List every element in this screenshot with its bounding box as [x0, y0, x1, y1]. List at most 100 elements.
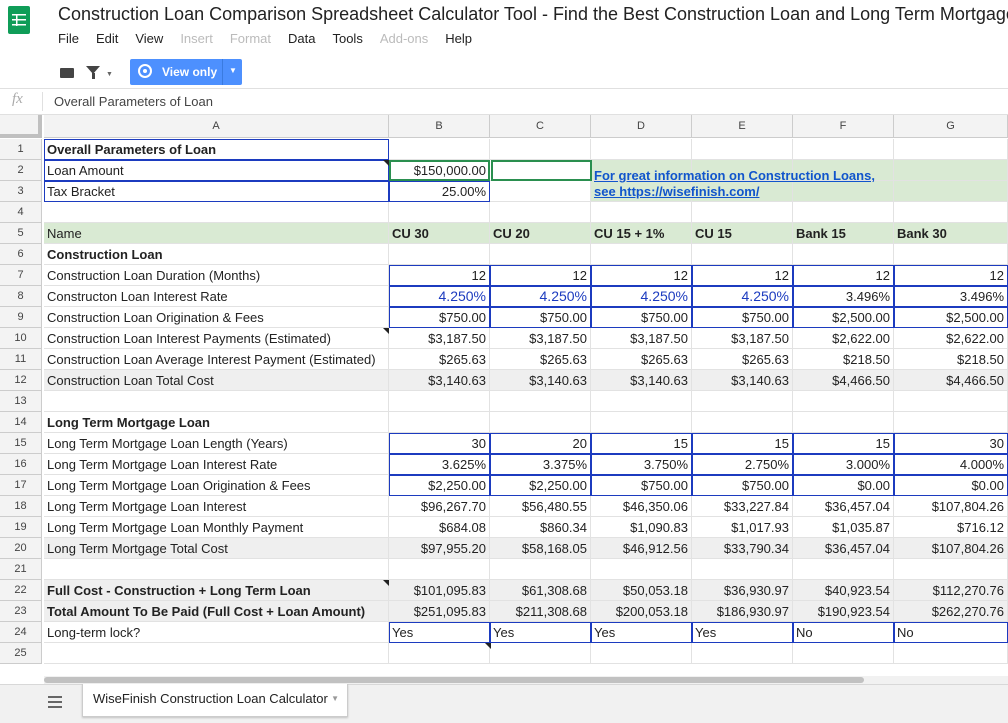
- cell-f[interactable]: Bank 15: [793, 223, 894, 244]
- row-header[interactable]: 1: [0, 139, 42, 160]
- cell-f[interactable]: [793, 559, 894, 580]
- cell-c[interactable]: [490, 202, 591, 223]
- cell-c[interactable]: [490, 559, 591, 580]
- formula-input[interactable]: Overall Parameters of Loan: [54, 94, 213, 109]
- menu-view[interactable]: View: [135, 31, 163, 46]
- cell-c[interactable]: $2,250.00: [490, 475, 591, 496]
- cell-a[interactable]: Total Amount To Be Paid (Full Cost + Loa…: [44, 601, 389, 622]
- row-header[interactable]: 14: [0, 412, 42, 433]
- cell-e[interactable]: [692, 244, 793, 265]
- cell-f[interactable]: $218.50: [793, 349, 894, 370]
- cell-e[interactable]: $33,790.34: [692, 538, 793, 559]
- row-header[interactable]: 25: [0, 643, 42, 664]
- column-header-b[interactable]: B: [389, 115, 490, 138]
- cell-b[interactable]: [389, 202, 490, 223]
- cell-g[interactable]: $107,804.26: [894, 538, 1008, 559]
- cell-f[interactable]: 12: [793, 265, 894, 286]
- cell-a[interactable]: [44, 202, 389, 223]
- cell-b[interactable]: [389, 643, 490, 664]
- cell-c[interactable]: 4.250%: [490, 286, 591, 307]
- cell-b[interactable]: [389, 559, 490, 580]
- menu-tools[interactable]: Tools: [332, 31, 362, 46]
- sheets-logo-icon[interactable]: [8, 6, 30, 34]
- cell-c[interactable]: CU 20: [490, 223, 591, 244]
- cell-f[interactable]: [793, 202, 894, 223]
- cell-d[interactable]: [591, 559, 692, 580]
- cell-b[interactable]: $101,095.83: [389, 580, 490, 601]
- cell-c[interactable]: $58,168.05: [490, 538, 591, 559]
- row-header[interactable]: 5: [0, 223, 42, 244]
- cell-a[interactable]: Long Term Mortgage Loan Interest Rate: [44, 454, 389, 475]
- cell-f[interactable]: [793, 412, 894, 433]
- cell-d[interactable]: $46,912.56: [591, 538, 692, 559]
- row-header[interactable]: 19: [0, 517, 42, 538]
- cell-d[interactable]: [591, 244, 692, 265]
- cell-d[interactable]: $750.00: [591, 475, 692, 496]
- cell-e[interactable]: $750.00: [692, 475, 793, 496]
- filter-dropdown-icon[interactable]: ▼: [106, 71, 113, 78]
- cell-b[interactable]: $251,095.83: [389, 601, 490, 622]
- cell-a[interactable]: Full Cost - Construction + Long Term Loa…: [44, 580, 389, 601]
- cell-e[interactable]: [692, 139, 793, 160]
- cell-g[interactable]: [894, 391, 1008, 412]
- chevron-down-icon[interactable]: ▼: [331, 694, 339, 703]
- cell-d[interactable]: $265.63: [591, 349, 692, 370]
- cell-c[interactable]: 3.375%: [490, 454, 591, 475]
- cell-g[interactable]: [894, 139, 1008, 160]
- cell-g[interactable]: No: [894, 622, 1008, 643]
- cell-b[interactable]: [389, 139, 490, 160]
- cell-a[interactable]: Constructon Loan Interest Rate: [44, 286, 389, 307]
- menu-edit[interactable]: Edit: [96, 31, 118, 46]
- cell-e[interactable]: $36,930.97: [692, 580, 793, 601]
- cell-f[interactable]: [793, 244, 894, 265]
- cell-b[interactable]: $3,187.50: [389, 328, 490, 349]
- cell-b[interactable]: 4.250%: [389, 286, 490, 307]
- cell-b[interactable]: 30: [389, 433, 490, 454]
- cell-b[interactable]: Yes: [389, 622, 490, 643]
- cell-c[interactable]: $3,140.63: [490, 370, 591, 391]
- cell-d[interactable]: 12: [591, 265, 692, 286]
- cell-a[interactable]: [44, 559, 389, 580]
- cell-g[interactable]: 12: [894, 265, 1008, 286]
- cell-b[interactable]: $750.00: [389, 307, 490, 328]
- cell-f[interactable]: [793, 391, 894, 412]
- cell-d[interactable]: [591, 643, 692, 664]
- cell-g[interactable]: 30: [894, 433, 1008, 454]
- cell-e[interactable]: $265.63: [692, 349, 793, 370]
- cell-f[interactable]: $4,466.50: [793, 370, 894, 391]
- cell-a[interactable]: Loan Amount: [44, 160, 389, 181]
- cell-e[interactable]: $33,227.84: [692, 496, 793, 517]
- cell-c[interactable]: 12: [490, 265, 591, 286]
- cell-g[interactable]: $716.12: [894, 517, 1008, 538]
- horizontal-scrollbar[interactable]: [44, 677, 864, 683]
- cell-f[interactable]: 3.000%: [793, 454, 894, 475]
- cell-a[interactable]: [44, 391, 389, 412]
- row-header[interactable]: 18: [0, 496, 42, 517]
- row-header[interactable]: 21: [0, 559, 42, 580]
- cell-a[interactable]: Name: [44, 223, 389, 244]
- row-header[interactable]: 12: [0, 370, 42, 391]
- cell-g[interactable]: [894, 244, 1008, 265]
- cell-e[interactable]: $750.00: [692, 307, 793, 328]
- row-header[interactable]: 16: [0, 454, 42, 475]
- cell-b[interactable]: CU 30: [389, 223, 490, 244]
- cell-e[interactable]: 12: [692, 265, 793, 286]
- row-header[interactable]: 11: [0, 349, 42, 370]
- cell-b[interactable]: $97,955.20: [389, 538, 490, 559]
- cell-g[interactable]: $112,270.76: [894, 580, 1008, 601]
- row-header[interactable]: 3: [0, 181, 42, 202]
- cell-c[interactable]: 20: [490, 433, 591, 454]
- cell-d[interactable]: Yes: [591, 622, 692, 643]
- cell-c[interactable]: $860.34: [490, 517, 591, 538]
- cell-b[interactable]: [389, 391, 490, 412]
- column-header-f[interactable]: F: [793, 115, 894, 138]
- cell-g[interactable]: [894, 643, 1008, 664]
- cell-g[interactable]: $0.00: [894, 475, 1008, 496]
- cell-c[interactable]: [490, 412, 591, 433]
- row-header[interactable]: 15: [0, 433, 42, 454]
- row-header[interactable]: 7: [0, 265, 42, 286]
- cell-e[interactable]: CU 15: [692, 223, 793, 244]
- cell-d[interactable]: [591, 139, 692, 160]
- row-header[interactable]: 4: [0, 202, 42, 223]
- all-sheets-menu-icon[interactable]: [48, 696, 62, 708]
